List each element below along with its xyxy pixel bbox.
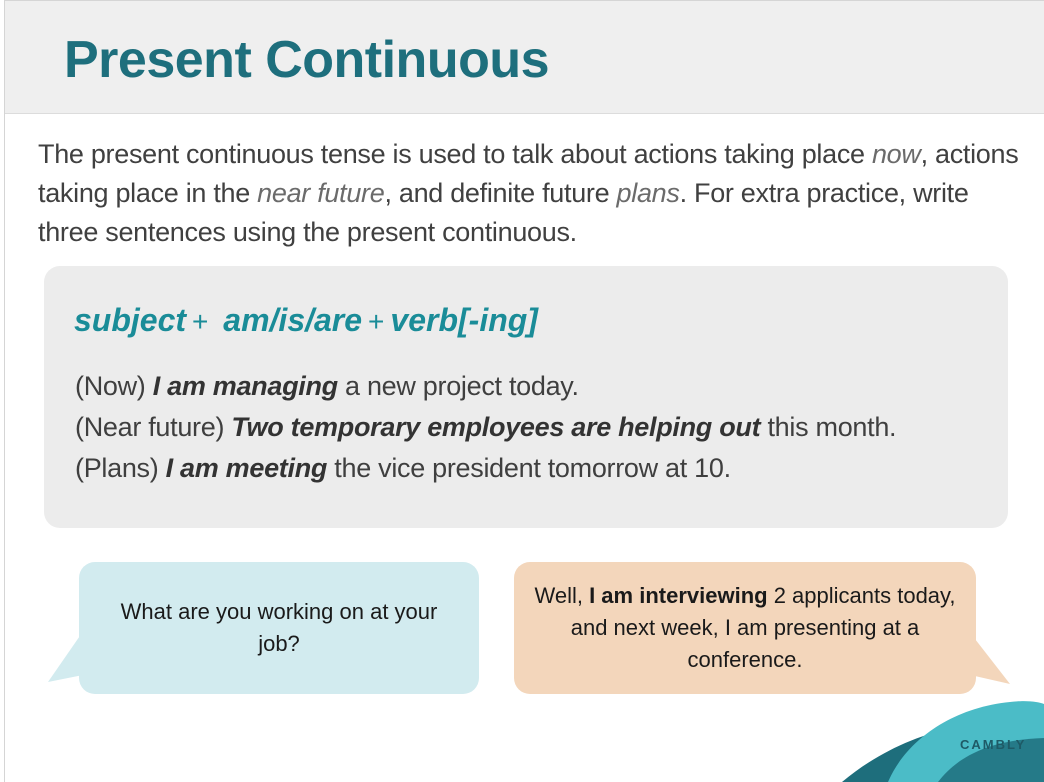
example-focus: Two temporary employees are helping out (231, 412, 761, 442)
example-sentence-plans: (Plans) I am meeting the vice president … (75, 448, 896, 489)
brand-decoration-shapes (842, 701, 1044, 782)
worksheet-page: Present Continuous The present continuou… (0, 0, 1044, 782)
answer-text: Well, I am interviewing 2 applicants tod… (534, 580, 956, 676)
example-sentence-near-future: (Near future) Two temporary employees ar… (75, 407, 897, 448)
example-rest: this month. (767, 412, 897, 442)
intro-text-1: The present continuous tense is used to … (38, 139, 872, 169)
grammar-formula: subject + am/is/are + verb[-ing] (74, 302, 538, 339)
question-text: What are you working on at your job? (120, 599, 438, 656)
answer-speech-bubble: Well, I am interviewing 2 applicants tod… (514, 562, 976, 694)
answer-focus: I am interviewing (589, 583, 768, 608)
formula-plus-sign: + (192, 306, 209, 337)
cambly-logo-text: CAMBLY (960, 737, 1027, 752)
formula-subject: subject (74, 302, 187, 338)
example-sentences: (Now) I am managing a new project today.… (75, 366, 897, 489)
example-label: (Near future) (75, 412, 225, 442)
intro-emphasis-plans: plans (616, 178, 680, 208)
example-focus: I am managing (152, 371, 338, 401)
formula-plus-sign: + (368, 306, 385, 337)
page-title: Present Continuous (64, 31, 550, 89)
intro-paragraph: The present continuous tense is used to … (38, 135, 1028, 252)
grammar-formula-box: subject + am/is/are + verb[-ing] (Now) I am… (44, 266, 1008, 528)
formula-verb-ing: verb[-ing] (390, 302, 538, 338)
example-label: (Now) (75, 371, 146, 401)
example-label: (Plans) (75, 453, 159, 483)
formula-be-verb: am/is/are (223, 302, 363, 338)
answer-prefix: Well, (534, 583, 590, 608)
intro-emphasis-now: now (871, 139, 921, 169)
example-rest: a new project today. (345, 371, 579, 401)
question-speech-bubble: What are you working on at your job? (79, 562, 479, 694)
example-focus: I am meeting (165, 453, 328, 483)
intro-text-3: , and definite future (384, 178, 617, 208)
example-rest: the vice president tomorrow at 10. (334, 453, 731, 483)
example-sentence-now: (Now) I am managing a new project today. (75, 366, 896, 407)
intro-emphasis-near-future: near future (257, 178, 385, 208)
